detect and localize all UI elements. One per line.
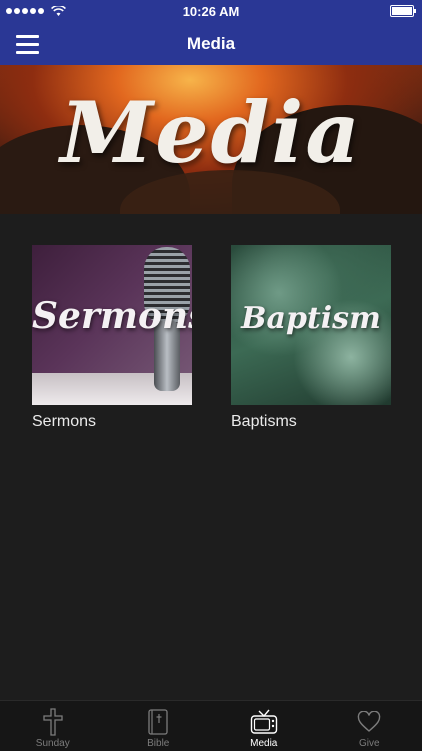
menu-button[interactable] [16, 35, 39, 53]
baptisms-thumbnail[interactable]: Baptism [231, 245, 391, 405]
thumbnail-title: Baptism [231, 301, 391, 336]
thumbnail-title: Sermons [32, 295, 192, 337]
status-bar: 10:26 AM [0, 0, 422, 22]
tab-bar: Sunday Bible Media [0, 700, 422, 751]
navigation-bar: Media [0, 22, 422, 65]
heart-icon [357, 708, 381, 736]
tab-sunday[interactable]: Sunday [0, 701, 106, 751]
status-time: 10:26 AM [0, 4, 422, 19]
hero-title: Media [0, 83, 422, 182]
hero-banner: Media [0, 65, 422, 214]
tab-give[interactable]: Give [317, 701, 422, 751]
tab-label: Bible [147, 738, 169, 749]
tile-label[interactable]: Sermons [32, 413, 192, 431]
bible-icon [147, 708, 169, 736]
tab-label: Media [250, 738, 277, 749]
tile-label[interactable]: Baptisms [231, 413, 391, 431]
tv-icon [250, 708, 278, 736]
tab-media[interactable]: Media [211, 701, 317, 751]
media-tile-sermons[interactable]: Sermons Sermons [32, 245, 192, 431]
cross-icon [42, 708, 64, 736]
sermons-thumbnail[interactable]: Sermons [32, 245, 192, 405]
tab-label: Give [359, 738, 380, 749]
tab-bible[interactable]: Bible [106, 701, 212, 751]
page-title: Media [187, 34, 235, 54]
tab-label: Sunday [36, 738, 70, 749]
battery-icon [390, 5, 414, 17]
media-tile-baptisms[interactable]: Baptism Baptisms [231, 245, 391, 431]
